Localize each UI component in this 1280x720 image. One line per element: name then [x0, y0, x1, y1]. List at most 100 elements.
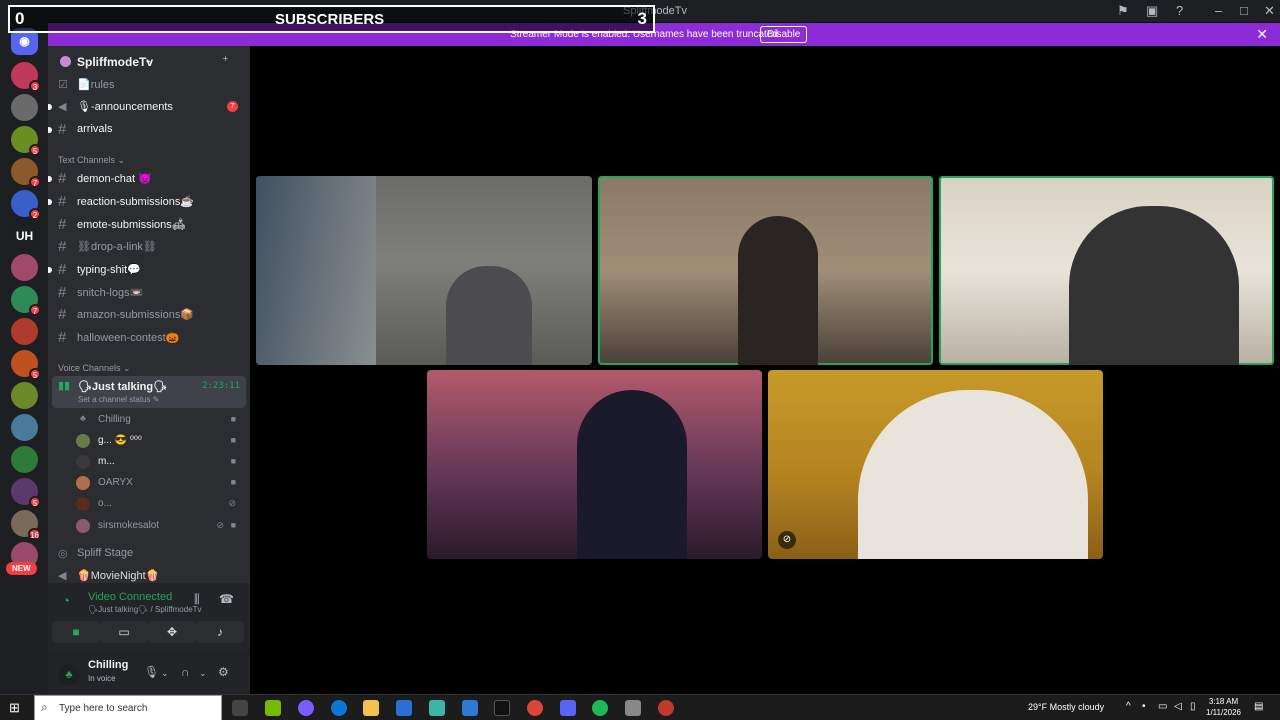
server-icon[interactable]: 5 — [11, 350, 41, 380]
server-icon[interactable]: 5 — [11, 478, 41, 508]
server-icon[interactable] — [11, 94, 38, 121]
camera-button[interactable]: ■ — [52, 621, 100, 643]
chrome-icon[interactable] — [527, 700, 543, 716]
voice-user[interactable]: ♣ Chilling ■ — [76, 410, 246, 430]
avatar[interactable]: ♣ — [58, 664, 80, 686]
windows-taskbar: ⊞ ⌕ Type here to search 29°F Mostly clou… — [0, 694, 1280, 720]
inbox-icon[interactable]: ⚑ — [1117, 3, 1129, 19]
server-icon[interactable]: 3 — [11, 62, 41, 92]
tiktok-icon[interactable] — [494, 700, 510, 716]
hangup-icon[interactable]: ☎ — [219, 592, 234, 606]
server-header[interactable]: SpliffmodeTv ⌄ ⁺ — [48, 50, 250, 74]
voice-user[interactable]: OARYX ■ — [76, 473, 246, 493]
screen-icon[interactable]: ▣ — [1146, 3, 1158, 19]
headphones-icon[interactable]: ∩ — [181, 665, 190, 679]
network-icon[interactable]: ▭ — [1158, 701, 1167, 712]
server-icon[interactable] — [11, 446, 38, 473]
channel-typing[interactable]: # typing-shit💬 — [48, 259, 246, 280]
channel-rules[interactable]: ☑ 📄rules — [52, 74, 246, 95]
nvidia-icon[interactable] — [265, 700, 281, 716]
app-icon[interactable] — [429, 700, 445, 716]
app-icon[interactable] — [462, 700, 478, 716]
server-icon[interactable]: 7 — [11, 158, 41, 188]
gear-icon[interactable]: ⚙ — [218, 665, 229, 679]
invite-icon[interactable]: ⁺ — [222, 53, 229, 69]
server-icon[interactable]: 16 — [11, 510, 41, 540]
chevron-up-icon[interactable]: ^ — [1126, 701, 1131, 712]
server-icon[interactable] — [11, 414, 38, 441]
screen-share-button[interactable]: ▭ — [100, 621, 148, 643]
chevron-down-icon: ⌄ — [144, 55, 153, 66]
server-icon[interactable] — [11, 254, 38, 281]
video-tile[interactable] — [427, 370, 762, 559]
wall-shadow — [256, 176, 376, 365]
task-view-icon[interactable] — [232, 700, 248, 716]
channel-arrivals[interactable]: # arrivals — [48, 119, 246, 140]
voice-channel-just-talking[interactable]: ▮▮ 🗣Just talking🗣 2:23:11 Set a channel … — [52, 376, 246, 408]
channel-announcements[interactable]: ◀ 🎙-announcements 7 — [48, 96, 246, 117]
close-window-icon[interactable]: ✕ — [1264, 3, 1275, 19]
category-text-channels[interactable]: Text Channels ⌄ — [58, 155, 125, 166]
weather-widget[interactable]: 29°F Mostly cloudy — [1028, 702, 1104, 712]
clock[interactable]: 3:18 AM 1/11/2026 — [1206, 696, 1241, 718]
noise-suppression-icon[interactable]: ⫼ — [194, 592, 200, 607]
voice-location[interactable]: 🗣Just talking🗣 / SpliffmodeTv — [88, 605, 202, 614]
notifications-icon[interactable]: ▤ — [1254, 701, 1263, 712]
chevron-down-icon[interactable]: ⌄ — [199, 668, 207, 679]
channel-halloween-contest[interactable]: # halloween-contest🎃 — [52, 327, 246, 348]
soundboard-button[interactable]: ♪ — [196, 621, 244, 643]
minimize-icon[interactable]: – — [1215, 3, 1222, 18]
video-tile-speaking[interactable] — [939, 176, 1274, 365]
chevron-down-icon[interactable]: ⌄ — [161, 668, 169, 679]
camera-icon: ■ — [230, 435, 236, 445]
spotify-icon[interactable] — [592, 700, 608, 716]
server-icon[interactable]: 2 — [11, 190, 41, 220]
obs-icon[interactable] — [658, 700, 674, 716]
help-icon[interactable]: ? — [1176, 3, 1183, 18]
server-icon[interactable] — [11, 318, 38, 345]
edge-icon[interactable] — [331, 700, 347, 716]
server-icon[interactable] — [11, 382, 38, 409]
store-icon[interactable] — [396, 700, 412, 716]
microphone-icon[interactable]: • — [1142, 701, 1146, 712]
close-banner-icon[interactable]: ✕ — [1256, 26, 1268, 43]
channel-spliff-stage[interactable]: ◎ Spliff Stage — [52, 543, 246, 564]
video-tile[interactable]: ⊘ — [768, 370, 1103, 559]
video-tile-speaking[interactable] — [598, 176, 933, 365]
app-icon[interactable] — [625, 700, 641, 716]
voice-status[interactable]: Video Connected — [88, 591, 172, 603]
copilot-icon[interactable] — [298, 700, 314, 716]
avatar: ♣ — [76, 413, 90, 427]
voice-user[interactable]: m... ■ — [76, 452, 246, 472]
voice-user[interactable]: g... 😎 ⁰⁰⁰ ■ — [76, 431, 246, 451]
maximize-icon[interactable]: □ — [1240, 3, 1248, 18]
voice-user[interactable]: o... ⊘ — [76, 494, 246, 514]
video-tile[interactable] — [256, 176, 592, 365]
voice-activity-icon: ▮▮ — [58, 380, 71, 392]
windows-start-icon[interactable]: ⊞ — [9, 700, 20, 716]
channel-status[interactable]: Set a channel status ✎ — [78, 395, 159, 404]
microphone-icon[interactable]: 🎙 — [144, 665, 159, 679]
activity-button[interactable]: ✥ — [148, 621, 196, 643]
hash-icon: # — [58, 306, 67, 323]
server-icon[interactable]: 5 — [11, 126, 41, 156]
channel-amazon-submissions[interactable]: # amazon-submissions📦 — [52, 304, 246, 325]
discord-icon[interactable] — [560, 700, 576, 716]
channel-reaction-submissions[interactable]: # reaction-submissions☕ — [48, 191, 246, 212]
volume-icon[interactable]: ◁ — [1174, 701, 1182, 712]
category-voice-channels[interactable]: Voice Channels ⌄ — [58, 363, 131, 374]
channel-snitch-logs[interactable]: # snitch-logs📼 — [52, 282, 246, 303]
voice-user[interactable]: sirsmokesalot ⊘ ■ — [76, 516, 246, 536]
hash-icon: # — [58, 216, 67, 233]
camera-icon: ■ — [230, 477, 236, 487]
channel-demon-chat[interactable]: # demon-chat 👿 — [48, 168, 246, 189]
server-icon-uh[interactable]: UH — [11, 222, 38, 249]
taskbar-search[interactable]: ⌕ Type here to search — [34, 695, 222, 720]
disable-button[interactable]: Disable — [760, 26, 808, 43]
muted-icon: ⊘ — [778, 531, 796, 549]
server-icon[interactable]: 7 — [11, 286, 41, 316]
channel-drop-a-link[interactable]: # ⛓drop-a-link⛓ — [52, 236, 246, 257]
battery-icon[interactable]: ▯ — [1190, 701, 1196, 712]
channel-emote-submissions[interactable]: # emote-submissions🛋 — [52, 214, 246, 235]
file-explorer-icon[interactable] — [363, 700, 379, 716]
